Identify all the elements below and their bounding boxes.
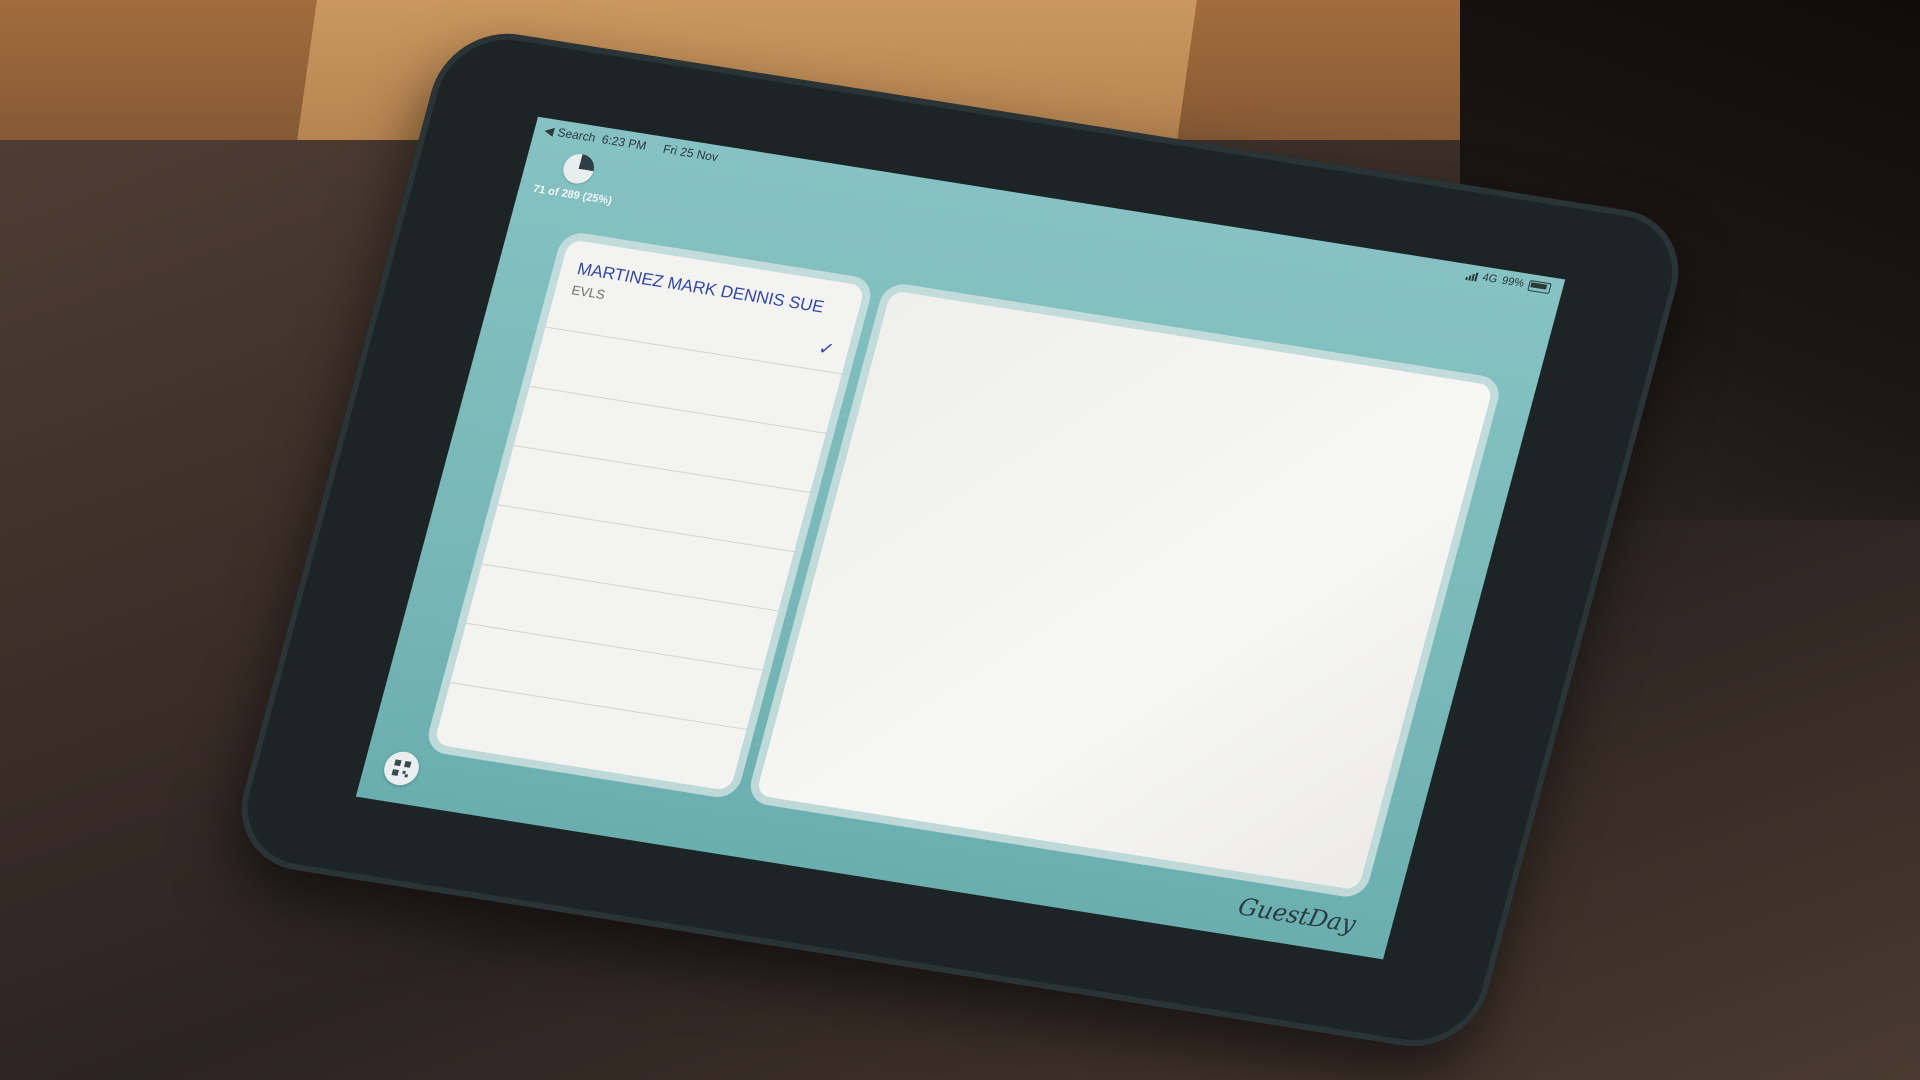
signal-icon	[1465, 271, 1479, 282]
tablet-screen: ◀ Search 6:23 PM Fri 25 Nov 4G 99% 71 of…	[355, 116, 1566, 960]
checkmark-icon: ✓	[816, 337, 837, 360]
photo-background: ◀ Search 6:23 PM Fri 25 Nov 4G 99% 71 of…	[0, 0, 1920, 1080]
qr-code-icon	[391, 759, 412, 778]
guest-name: MARTINEZ MARK DENNIS SUE	[575, 259, 827, 317]
status-date: Fri 25 Nov	[661, 141, 720, 165]
qr-scan-button[interactable]	[380, 749, 423, 788]
guest-subtitle: EVLS	[570, 282, 607, 303]
guest-detail-panel	[755, 290, 1494, 891]
brand-logo: GuestDay	[1235, 892, 1359, 939]
progress-label: 71 of 289 (25%)	[531, 183, 614, 208]
checkin-progress: 71 of 289 (25%)	[532, 148, 653, 212]
status-time: 6:23 PM	[600, 132, 649, 153]
pie-chart-icon	[559, 151, 598, 186]
network-label: 4G	[1481, 271, 1499, 286]
back-label: Search	[556, 125, 598, 145]
battery-icon	[1527, 279, 1552, 294]
back-to-search-button[interactable]: ◀ Search	[543, 123, 597, 145]
status-indicators: 4G 99%	[1465, 269, 1552, 294]
chevron-left-icon: ◀	[542, 123, 556, 139]
battery-percent: 99%	[1500, 274, 1526, 290]
